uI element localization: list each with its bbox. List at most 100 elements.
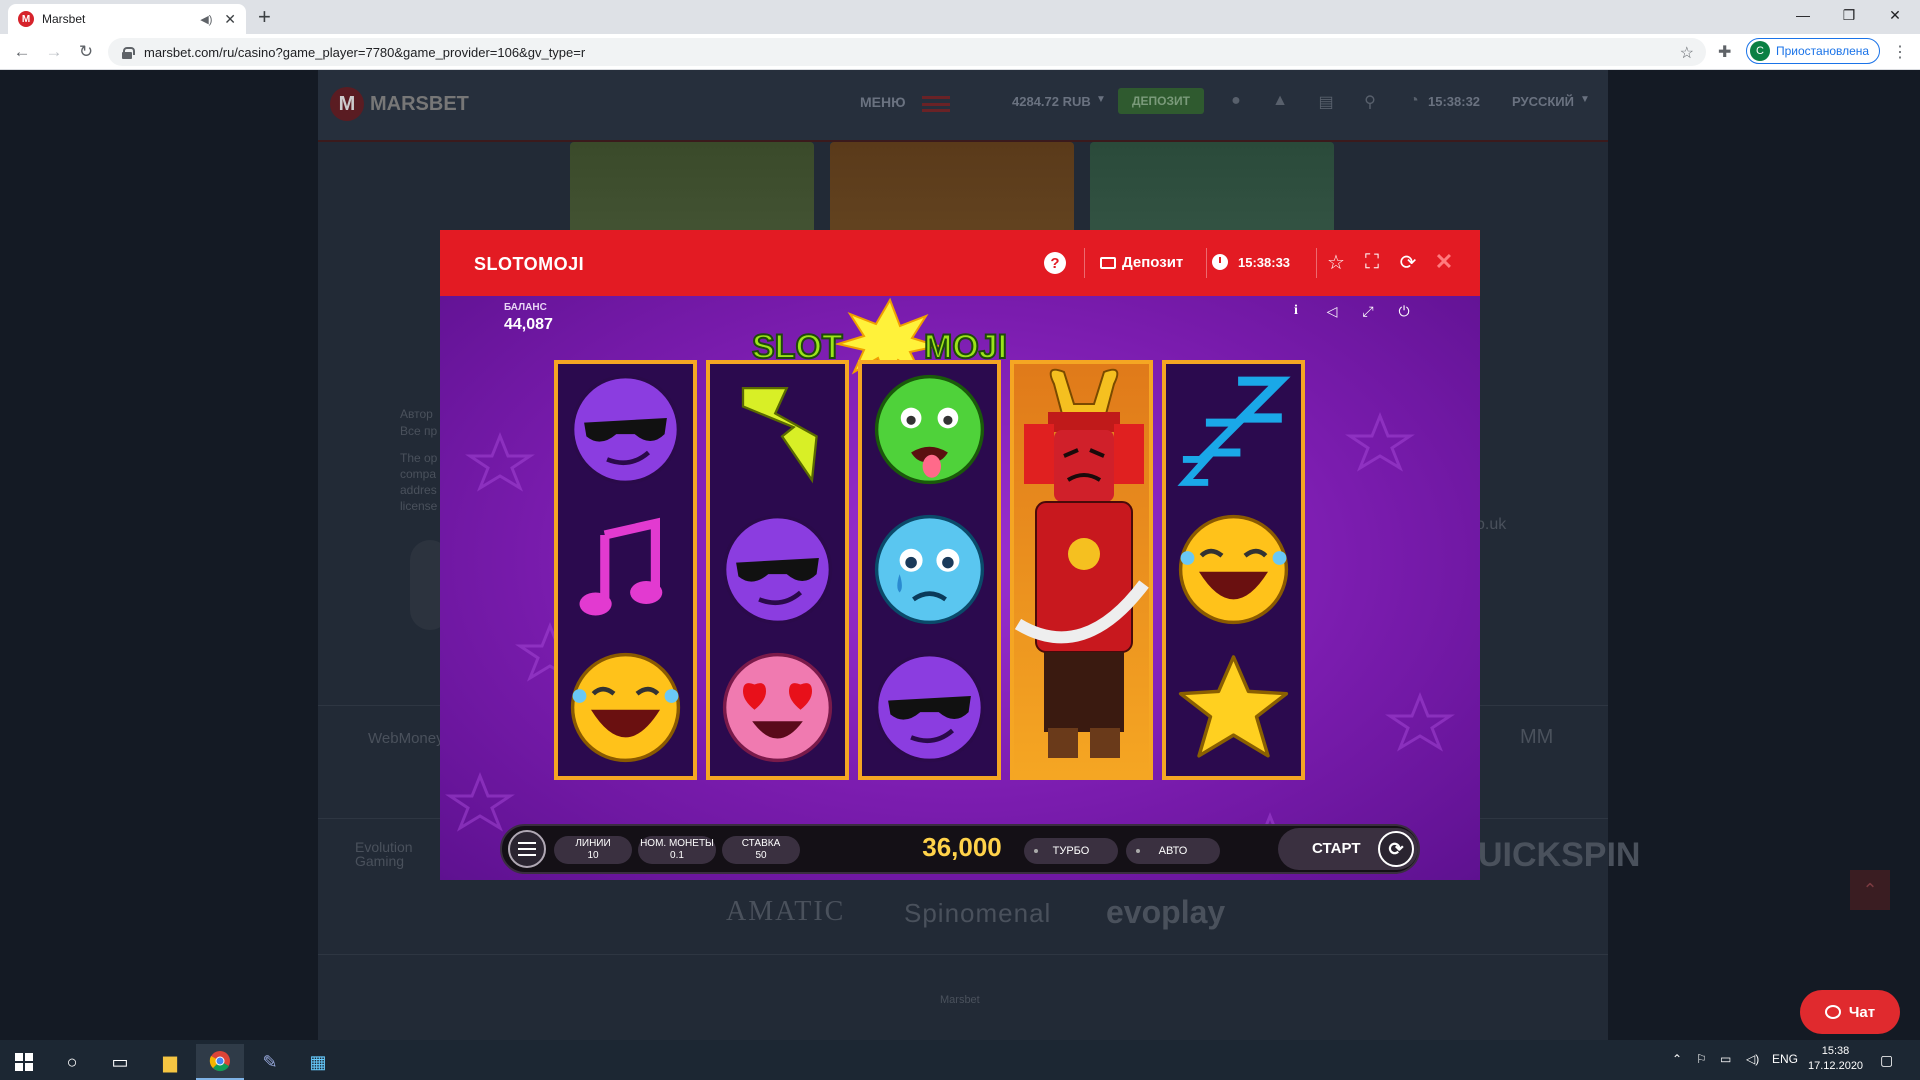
marsbet-logo[interactable]: M MARSBET: [330, 84, 496, 124]
search-icon[interactable]: ⚲: [1360, 92, 1380, 112]
marsbet-favicon: M: [18, 11, 34, 27]
tray-expand-icon[interactable]: ⌃: [1672, 1052, 1682, 1066]
browser-tab[interactable]: M Marsbet ◀) ✕: [8, 4, 246, 34]
reel-5: [1162, 360, 1305, 780]
partner-quickspin: UICKSPIN: [1478, 836, 1641, 874]
favorite-star-icon[interactable]: ☆: [1322, 248, 1350, 276]
volume-icon[interactable]: ◁): [1746, 1052, 1759, 1066]
lines-selector[interactable]: ЛИНИИ 10: [554, 836, 632, 864]
url-field[interactable]: marsbet.com/ru/casino?game_player=7780&g…: [108, 38, 1706, 66]
cool-emoji-symbol: [722, 514, 833, 625]
chrome-icon[interactable]: [196, 1044, 244, 1080]
chat-label: Чат: [1848, 1003, 1876, 1021]
taskbar-time: 15:38: [1821, 1045, 1850, 1057]
footer-brand: Marsbet: [940, 994, 980, 1006]
modal-time: 15:38:33: [1238, 254, 1291, 270]
chat-button[interactable]: Чат: [1800, 990, 1900, 1034]
balance-caret-icon[interactable]: ▼: [1096, 94, 1106, 105]
windows-start-icon[interactable]: [0, 1044, 48, 1080]
bet-value: 50: [755, 850, 767, 861]
site-deposit-button[interactable]: ДЕПОЗИТ: [1118, 88, 1204, 114]
sound-icon[interactable]: ◁: [1321, 300, 1343, 322]
input-language[interactable]: ENG: [1772, 1052, 1798, 1066]
url-text: marsbet.com/ru/casino?game_player=7780&g…: [144, 44, 586, 60]
site-time: 15:38:32: [1428, 94, 1481, 109]
reel-2: [706, 360, 849, 780]
site-balance[interactable]: 4284.72 RUB: [1012, 94, 1091, 109]
partner-evoplay: evoplay: [1106, 894, 1226, 930]
coin-label: НОМ. МОНЕТЫ: [640, 838, 714, 849]
spin-icon: ⟳: [1378, 831, 1414, 867]
power-icon[interactable]: ⏻: [1393, 300, 1415, 322]
start-spin-button[interactable]: СТАРТ ⟳: [1278, 828, 1418, 870]
scroll-top-button[interactable]: ⌃: [1850, 870, 1890, 910]
laughing-emoji-symbol: [1178, 514, 1289, 625]
game-balance-value: 44,087: [504, 316, 553, 333]
clock-icon: [1212, 254, 1228, 270]
lock-icon: [122, 46, 135, 59]
slot-game-canvas[interactable]: БАЛАНС 44,087 i ◁ ⤢ ⏻ SLOT MOJI ЛИНИИ 10…: [440, 296, 1480, 880]
game-fullscreen-icon[interactable]: ⤢: [1357, 300, 1379, 322]
back-icon[interactable]: ←: [10, 40, 34, 64]
restore-icon[interactable]: ❐: [1826, 0, 1872, 30]
logo-text: MARSBET: [370, 92, 469, 115]
lightning-symbol: [741, 386, 818, 484]
extensions-puzzle-icon[interactable]: ✚: [1718, 42, 1731, 62]
footer-text-line: Автор: [400, 407, 433, 421]
help-icon[interactable]: ?: [1044, 252, 1066, 274]
footer-text-line: addres: [400, 483, 437, 497]
profile-avatar: С: [1750, 41, 1770, 61]
game-menu-button[interactable]: [508, 830, 546, 868]
betslip-icon[interactable]: ▤: [1316, 92, 1336, 112]
turbo-toggle[interactable]: ТУРБО: [1024, 838, 1118, 864]
reload-icon[interactable]: ↻: [74, 40, 98, 64]
display-icon[interactable]: ▭: [1720, 1052, 1731, 1066]
reel-1: [554, 360, 697, 780]
profile-button[interactable]: С Приостановлена: [1746, 38, 1880, 64]
modal-title: SLOTOMOJI: [474, 254, 585, 274]
calculator-icon[interactable]: ▦: [294, 1044, 342, 1080]
speaker-icon[interactable]: ◀): [200, 13, 216, 26]
reel-3: [858, 360, 1001, 780]
reel-4-wild: [1010, 360, 1153, 780]
bookmark-star-icon[interactable]: ☆: [1680, 43, 1694, 63]
site-menu-label[interactable]: МЕНЮ: [860, 94, 906, 110]
file-explorer-icon[interactable]: ▆: [146, 1044, 194, 1080]
new-tab-icon[interactable]: +: [258, 6, 271, 28]
paint-icon[interactable]: ✎: [246, 1044, 294, 1080]
minimize-icon[interactable]: —: [1780, 0, 1826, 30]
laughing-emoji-symbol: [570, 652, 681, 763]
language-select[interactable]: РУССКИЙ: [1512, 94, 1574, 109]
fullscreen-icon[interactable]: ⛶: [1358, 248, 1386, 276]
taskbar-clock[interactable]: 15:38 17.12.2020: [1808, 1044, 1863, 1074]
window-close-icon[interactable]: ✕: [1872, 0, 1918, 30]
notifications-icon[interactable]: ▢: [1880, 1052, 1893, 1069]
network-icon[interactable]: ⚐: [1696, 1052, 1707, 1066]
task-view-icon[interactable]: ▭: [96, 1044, 144, 1080]
refresh-icon[interactable]: ⟳: [1394, 248, 1422, 276]
modal-deposit-label: Депозит: [1122, 254, 1184, 271]
auto-toggle[interactable]: АВТО: [1126, 838, 1220, 864]
tab-close-icon[interactable]: ✕: [224, 11, 236, 28]
forward-icon[interactable]: →: [42, 40, 66, 64]
gambling-commission-logo: o.uk: [1476, 516, 1507, 533]
hamburger-icon[interactable]: [922, 96, 950, 112]
info-icon[interactable]: i: [1285, 300, 1307, 322]
modal-close-icon[interactable]: ✕: [1430, 248, 1458, 276]
taskbar-date: 17.12.2020: [1808, 1060, 1864, 1072]
coin-value-selector[interactable]: НОМ. МОНЕТЫ 0.1: [638, 836, 716, 864]
partner-spinomenal: Spinomenal: [904, 898, 1052, 928]
bet-label: СТАВКА: [741, 838, 781, 849]
bell-icon[interactable]: ▲: [1270, 92, 1290, 112]
modal-deposit-button[interactable]: Депозит: [1100, 254, 1183, 271]
language-caret-icon[interactable]: ▼: [1580, 94, 1590, 105]
menu-line: [518, 842, 536, 844]
user-icon[interactable]: ●: [1226, 92, 1246, 112]
bet-selector[interactable]: СТАВКА 50: [722, 836, 800, 864]
windows-taskbar: ○ ▭ ▆ ✎ ▦ ⌃ ⚐ ▭ ◁) ENG 15:38 17.12.2020 …: [0, 1040, 1920, 1080]
browser-tab-strip: M Marsbet ◀) ✕ + — ❐ ✕: [0, 0, 1920, 34]
cool-emoji-symbol: [570, 374, 681, 485]
browser-menu-icon[interactable]: ⋮: [1892, 42, 1908, 62]
modal-header: SLOTOMOJI ? Депозит 15:38:33 ☆ ⛶ ⟳ ✕: [440, 230, 1480, 296]
search-circle-icon[interactable]: ○: [48, 1044, 96, 1080]
